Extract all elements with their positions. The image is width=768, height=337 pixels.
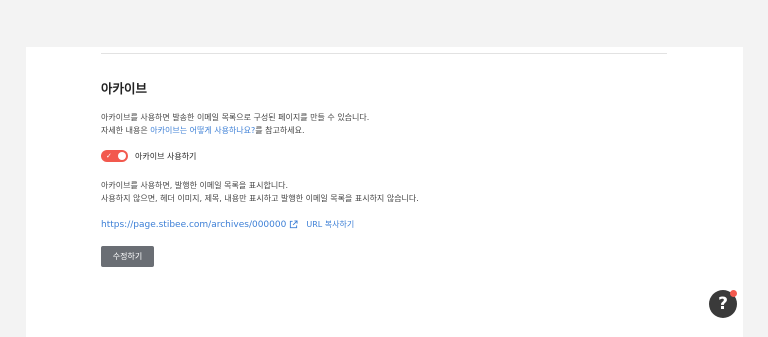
archive-info: 아카이브를 사용하면, 발행한 이메일 목록을 표시합니다. 사용하지 않으면,… [101,179,419,205]
archive-toggle[interactable]: ✓ [101,150,128,162]
archive-toggle-label: 아카이브 사용하기 [135,151,197,161]
edit-button[interactable]: 수정하기 [101,246,154,267]
notification-dot [730,290,737,297]
description-line-1: 아카이브를 사용하면 발송한 이메일 목록으로 구성된 페이지를 만들 수 있습… [101,113,370,122]
help-icon: ? [718,294,728,314]
copy-url-button[interactable]: URL 복사하기 [306,219,354,230]
info-line-2: 사용하지 않으면, 헤더 이미지, 제목, 내용만 표시하고 발행한 이메일 목… [101,194,419,203]
archive-settings-card: 아카이브 아카이브를 사용하면 발송한 이메일 목록으로 구성된 페이지를 만들… [26,47,743,337]
archive-url-row: https://page.stibee.com/archives/000000 … [101,219,354,230]
archive-url-link[interactable]: https://page.stibee.com/archives/000000 [101,220,286,230]
info-line-1: 아카이브를 사용하면, 발행한 이메일 목록을 표시합니다. [101,181,289,190]
description-suffix: 를 참고하세요. [255,126,305,135]
top-divider [101,53,667,54]
archive-toggle-row: ✓ 아카이브 사용하기 [101,150,196,162]
section-description: 아카이브를 사용하면 발송한 이메일 목록으로 구성된 페이지를 만들 수 있습… [101,111,369,137]
description-prefix: 자세한 내용은 [101,126,151,135]
section-title: 아카이브 [101,81,148,96]
help-button[interactable]: ? [709,290,737,318]
external-link-icon[interactable] [289,220,298,229]
description-line-2: 자세한 내용은 아카이브는 어떻게 사용하나요?를 참고하세요. [101,124,369,137]
toggle-knob [118,152,126,160]
archive-help-link[interactable]: 아카이브는 어떻게 사용하나요? [150,126,255,135]
check-icon: ✓ [106,152,112,160]
